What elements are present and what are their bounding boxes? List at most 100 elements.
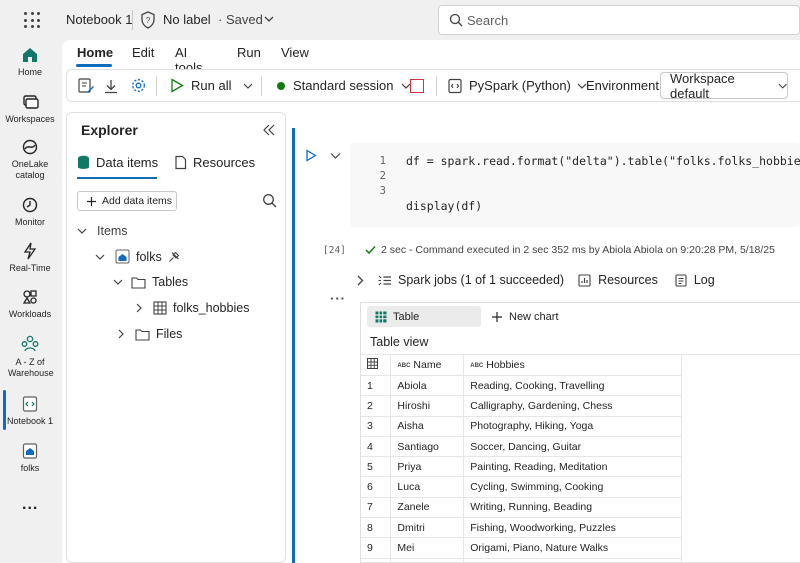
notebook-title[interactable]: Notebook 1 bbox=[66, 12, 133, 27]
table-row[interactable]: 1 Abiola Reading, Cooking, Travelling bbox=[361, 375, 800, 397]
table-row[interactable]: 5 Priya Painting, Reading, Meditation bbox=[361, 456, 800, 478]
rail-item-workspaces[interactable]: Workspaces bbox=[0, 93, 60, 125]
sensitivity-label[interactable]: No label bbox=[163, 12, 211, 27]
tree-items-group[interactable]: Items bbox=[77, 224, 128, 238]
new-chart-button[interactable]: New chart bbox=[491, 306, 559, 327]
cell-hobbies[interactable]: Calligraphy, Gardening, Chess bbox=[463, 395, 682, 417]
code-cell[interactable]: 1 2 3 df = spark.read.format("delta").ta… bbox=[350, 143, 800, 227]
cell-hobbies[interactable]: Reading, Cooking, Travelling bbox=[463, 375, 682, 397]
tree-item-folks[interactable]: folks bbox=[95, 249, 180, 264]
table-row[interactable]: 6 Luca Cycling, Swimming, Cooking bbox=[361, 476, 800, 498]
add-data-items-button[interactable]: Add data items bbox=[77, 191, 177, 211]
cell-name[interactable]: Dmitri bbox=[390, 517, 465, 539]
collapse-icon[interactable] bbox=[262, 123, 276, 137]
cell-hobbies[interactable]: Origami, Piano, Nature Walks bbox=[463, 537, 682, 559]
cell-name[interactable]: Zanele bbox=[390, 497, 465, 519]
stop-session-button[interactable] bbox=[410, 70, 424, 101]
log-icon bbox=[675, 273, 687, 287]
rail-label: A - Z of Warehouse bbox=[8, 357, 54, 378]
cell-name[interactable]: Santiago bbox=[390, 436, 465, 458]
download-button[interactable] bbox=[103, 70, 119, 101]
log-link[interactable]: Log bbox=[694, 273, 715, 287]
rail-item-real-time[interactable]: Real-Time bbox=[0, 242, 60, 274]
rail-item-notebook[interactable]: Notebook 1 bbox=[0, 395, 60, 427]
more-icon[interactable]: ... bbox=[22, 496, 38, 514]
edit-notebook-button[interactable] bbox=[77, 70, 95, 101]
gear-icon bbox=[132, 79, 145, 92]
rail-item-home[interactable]: Home bbox=[0, 46, 60, 78]
cell-hobbies[interactable]: Coding, Football, Watching Movies bbox=[463, 558, 682, 563]
monitor-icon bbox=[22, 197, 38, 213]
tab-home[interactable]: Home bbox=[77, 45, 113, 60]
language-dropdown[interactable]: PySpark (Python) bbox=[447, 70, 587, 101]
settings-button[interactable] bbox=[130, 70, 147, 101]
table-row[interactable]: 4 Santiago Soccer, Dancing, Guitar bbox=[361, 436, 800, 458]
table-row[interactable]: 2 Hiroshi Calligraphy, Gardening, Chess bbox=[361, 395, 800, 417]
code-line[interactable]: display(df) bbox=[406, 199, 482, 213]
rail-label: OneLake catalog bbox=[11, 159, 49, 180]
cell-hobbies[interactable]: Photography, Hiking, Yoga bbox=[463, 416, 682, 437]
resources-link[interactable]: Resources bbox=[598, 273, 658, 287]
cell-hobbies[interactable]: Soccer, Dancing, Guitar bbox=[463, 436, 682, 458]
cell-name[interactable]: Aisha bbox=[390, 416, 465, 437]
session-dropdown[interactable]: Standard session bbox=[277, 70, 411, 101]
table-row[interactable]: 10AhmedCoding, Football, Watching Movies bbox=[361, 558, 800, 563]
saved-status[interactable]: · Saved bbox=[218, 12, 263, 27]
tab-edit[interactable]: Edit bbox=[132, 45, 154, 60]
cell-name[interactable]: Luca bbox=[390, 476, 465, 498]
tab-view[interactable]: View bbox=[281, 45, 309, 60]
shield-icon[interactable]: ? bbox=[140, 11, 156, 29]
tab-resources[interactable]: Resources bbox=[174, 155, 255, 170]
app-launcher-icon[interactable] bbox=[24, 12, 40, 28]
cell-name[interactable]: Ahmed bbox=[390, 558, 465, 563]
table-row[interactable]: 3 Aisha Photography, Hiking, Yoga bbox=[361, 416, 800, 437]
tab-table[interactable]: Table bbox=[367, 306, 481, 327]
spark-jobs-link[interactable]: Spark jobs (1 of 1 succeeded) bbox=[398, 273, 564, 287]
cell-hobbies[interactable]: Cycling, Swimming, Cooking bbox=[463, 476, 682, 498]
code-line[interactable]: df = spark.read.format("delta").table("f… bbox=[406, 154, 800, 168]
chevron-down-icon[interactable] bbox=[264, 14, 274, 24]
table-row[interactable]: 8 Dmitri Fishing, Woodworking, Puzzles bbox=[361, 517, 800, 539]
rail-label: folks bbox=[20, 463, 40, 473]
stop-icon bbox=[410, 78, 424, 93]
cell-hobbies[interactable]: Writing, Running, Beading bbox=[463, 497, 682, 519]
rail-item-a-z-warehouse[interactable]: A - Z of Warehouse bbox=[0, 334, 60, 379]
table-row[interactable]: 9 Mei Origami, Piano, Nature Walks bbox=[361, 537, 800, 559]
tree-item-files[interactable]: Files bbox=[117, 327, 182, 341]
cell-name[interactable]: Hiroshi bbox=[390, 395, 465, 417]
workspace-default-dropdown[interactable]: Workspace default bbox=[660, 71, 788, 101]
run-cell-icon[interactable] bbox=[305, 149, 317, 162]
run-all-dropdown[interactable] bbox=[243, 70, 253, 101]
search-icon[interactable] bbox=[262, 193, 277, 208]
cell-name[interactable]: Abiola bbox=[390, 375, 465, 397]
workloads-icon bbox=[22, 290, 37, 304]
table-row[interactable]: 7 Zanele Writing, Running, Beading bbox=[361, 497, 800, 519]
chevron-down-icon[interactable] bbox=[330, 151, 341, 161]
cell-output-summary: Spark jobs (1 of 1 succeeded) Resources … bbox=[356, 270, 715, 290]
tab-data-items[interactable]: Data items bbox=[77, 155, 158, 170]
tree-item-tables[interactable]: Tables bbox=[113, 275, 188, 289]
rail-item-workloads[interactable]: Workloads bbox=[0, 288, 60, 320]
pin-icon[interactable] bbox=[168, 251, 180, 263]
cell-name[interactable]: Mei bbox=[390, 537, 465, 559]
rail-item-folks[interactable]: folks bbox=[0, 442, 60, 474]
tab-run[interactable]: Run bbox=[237, 45, 261, 60]
chevron-right-icon[interactable] bbox=[356, 275, 364, 286]
more-options-icon[interactable]: ··· bbox=[330, 291, 346, 306]
search-input[interactable] bbox=[467, 10, 787, 30]
divider bbox=[132, 10, 133, 30]
rail-item-onelake[interactable]: OneLake catalog bbox=[0, 138, 60, 181]
cell-name[interactable]: Priya bbox=[390, 456, 465, 478]
rail-item-monitor[interactable]: Monitor bbox=[0, 196, 60, 228]
select-all-cell[interactable] bbox=[361, 354, 392, 376]
cell-hobbies[interactable]: Fishing, Woodworking, Puzzles bbox=[463, 517, 682, 539]
empty-cell bbox=[681, 558, 800, 563]
run-all-button[interactable]: Run all bbox=[170, 70, 231, 101]
column-header-name[interactable]: ABC Name bbox=[390, 354, 465, 376]
explorer-panel: Explorer Data items Resources Add data i… bbox=[66, 112, 286, 563]
tree-item-folks-hobbies[interactable]: folks_hobbies bbox=[135, 301, 249, 315]
cell-hobbies[interactable]: Painting, Reading, Meditation bbox=[463, 456, 682, 478]
table-grid-icon bbox=[367, 358, 378, 369]
column-header-hobbies[interactable]: ABC Hobbies bbox=[463, 354, 682, 376]
search-box[interactable] bbox=[438, 5, 800, 35]
